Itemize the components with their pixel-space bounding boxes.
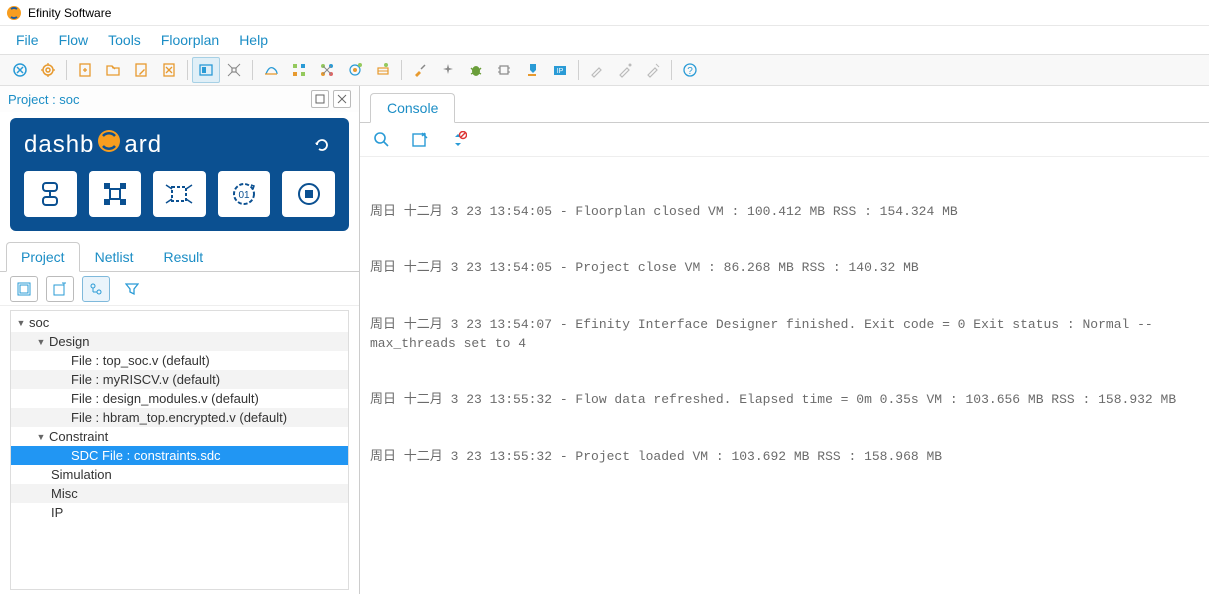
edit-file-icon[interactable]: [127, 57, 155, 83]
menu-floorplan[interactable]: Floorplan: [151, 28, 229, 52]
menubar: File Flow Tools Floorplan Help: [0, 26, 1209, 54]
svg-text:?: ?: [687, 66, 693, 77]
console-line: 周日 十二月 3 23 13:55:32 - Project loaded VM…: [370, 448, 1199, 467]
tree-constraint-label: Constraint: [49, 429, 108, 444]
dash-place-button[interactable]: [89, 171, 142, 217]
pen3-icon[interactable]: [639, 57, 667, 83]
tree-file[interactable]: File : design_modules.v (default): [11, 389, 348, 408]
dashboard-refresh-icon[interactable]: [309, 132, 335, 158]
tree-file-label: File : design_modules.v (default): [71, 391, 259, 406]
dashboard-toggle-icon[interactable]: [192, 57, 220, 83]
tree-file[interactable]: File : top_soc.v (default): [11, 351, 348, 370]
dash-synth-button[interactable]: [24, 171, 77, 217]
main: Project : soc dashb ard 01: [0, 86, 1209, 594]
panel-restore-icon[interactable]: [311, 90, 329, 108]
tab-netlist[interactable]: Netlist: [80, 242, 149, 272]
console-line: 周日 十二月 3 23 13:54:05 - Project close VM …: [370, 259, 1199, 278]
spark-icon[interactable]: [434, 57, 462, 83]
tree-sdc-label: SDC File : constraints.sdc: [71, 448, 221, 463]
dash-route-button[interactable]: [153, 171, 206, 217]
close-icon[interactable]: [6, 57, 34, 83]
tree-root-label: soc: [29, 315, 49, 330]
synthesis-icon[interactable]: [257, 57, 285, 83]
project-panel-title: Project : soc: [8, 92, 80, 107]
project-panel-header: Project : soc: [0, 86, 359, 112]
app-title: Efinity Software: [28, 6, 111, 20]
bug-icon[interactable]: [462, 57, 490, 83]
menu-help[interactable]: Help: [229, 28, 278, 52]
dash-timing-button[interactable]: 01: [218, 171, 271, 217]
tree-misc[interactable]: Misc: [11, 484, 348, 503]
project-tree: ▼soc ▼Design File : top_soc.v (default) …: [10, 310, 349, 590]
bitstream-icon[interactable]: [369, 57, 397, 83]
tab-project[interactable]: Project: [6, 242, 80, 272]
svg-text:01: 01: [239, 190, 251, 201]
search-icon[interactable]: [370, 128, 394, 152]
tree-file[interactable]: File : myRISCV.v (default): [11, 370, 348, 389]
brush-icon[interactable]: [406, 57, 434, 83]
collapse-all-icon[interactable]: [10, 276, 38, 302]
tree-simulation-label: Simulation: [51, 467, 112, 482]
gear-icon[interactable]: [34, 57, 62, 83]
tree-file-label: File : top_soc.v (default): [71, 353, 210, 368]
console-line: 周日 十二月 3 23 13:54:07 - Efinity Interface…: [370, 316, 1199, 354]
console-toolbar: [360, 123, 1209, 157]
pen2-icon[interactable]: [611, 57, 639, 83]
delete-file-icon[interactable]: [155, 57, 183, 83]
tab-console[interactable]: Console: [370, 93, 455, 123]
console-line: 周日 十二月 3 23 13:55:32 - Flow data refresh…: [370, 391, 1199, 410]
clear-icon[interactable]: [408, 128, 432, 152]
dashboard-title-pre: dashb: [24, 131, 94, 159]
layout-icon[interactable]: [220, 57, 248, 83]
scroll-lock-icon[interactable]: [446, 128, 470, 152]
right-panel: Console 周日 十二月 3 23 13:54:05 - Floorplan…: [360, 86, 1209, 594]
tree-sdc-file[interactable]: SDC File : constraints.sdc: [11, 446, 348, 465]
program-icon[interactable]: [518, 57, 546, 83]
menu-flow[interactable]: Flow: [49, 28, 99, 52]
open-folder-icon[interactable]: [99, 57, 127, 83]
svg-text:IP: IP: [557, 68, 564, 75]
route-icon[interactable]: [313, 57, 341, 83]
tree-misc-label: Misc: [51, 486, 78, 501]
panel-close-icon[interactable]: [333, 90, 351, 108]
tree-constraint[interactable]: ▼Constraint: [11, 427, 348, 446]
tree-file-label: File : myRISCV.v (default): [71, 372, 220, 387]
titlebar: Efinity Software: [0, 0, 1209, 26]
help-icon[interactable]: ?: [676, 57, 704, 83]
tree-design-label: Design: [49, 334, 89, 349]
dashboard-title-post: ard: [124, 131, 162, 159]
tree-simulation[interactable]: Simulation: [11, 465, 348, 484]
project-tabs: Project Netlist Result: [0, 241, 359, 272]
tree-root[interactable]: ▼soc: [11, 313, 348, 332]
app-icon: [6, 5, 22, 21]
dashboard-title: dashb ard: [24, 128, 162, 161]
tree-toolbar: [0, 272, 359, 306]
menu-tools[interactable]: Tools: [98, 28, 151, 52]
timing-icon[interactable]: [341, 57, 369, 83]
pen1-icon[interactable]: [583, 57, 611, 83]
console-output[interactable]: 周日 十二月 3 23 13:54:05 - Floorplan closed …: [360, 157, 1209, 594]
menu-file[interactable]: File: [6, 28, 49, 52]
left-panel: Project : soc dashb ard 01: [0, 86, 360, 594]
toolbar: IP ?: [0, 54, 1209, 86]
console-line: 周日 十二月 3 23 13:54:05 - Floorplan closed …: [370, 203, 1199, 222]
tree-file-label: File : hbram_top.encrypted.v (default): [71, 410, 287, 425]
dashboard-logo-icon: [96, 128, 122, 161]
console-tabs: Console: [360, 86, 1209, 123]
expand-all-icon[interactable]: [46, 276, 74, 302]
tree-mode-icon[interactable]: [82, 276, 110, 302]
chip-icon[interactable]: [490, 57, 518, 83]
tree-ip-label: IP: [51, 505, 63, 520]
tree-file[interactable]: File : hbram_top.encrypted.v (default): [11, 408, 348, 427]
filter-icon[interactable]: [118, 276, 146, 302]
dash-bitgen-button[interactable]: [282, 171, 335, 217]
ip-icon[interactable]: IP: [546, 57, 574, 83]
tab-result[interactable]: Result: [148, 242, 218, 272]
dashboard: dashb ard 01: [10, 118, 349, 231]
tree-ip[interactable]: IP: [11, 503, 348, 522]
new-file-icon[interactable]: [71, 57, 99, 83]
tree-design[interactable]: ▼Design: [11, 332, 348, 351]
place-icon[interactable]: [285, 57, 313, 83]
